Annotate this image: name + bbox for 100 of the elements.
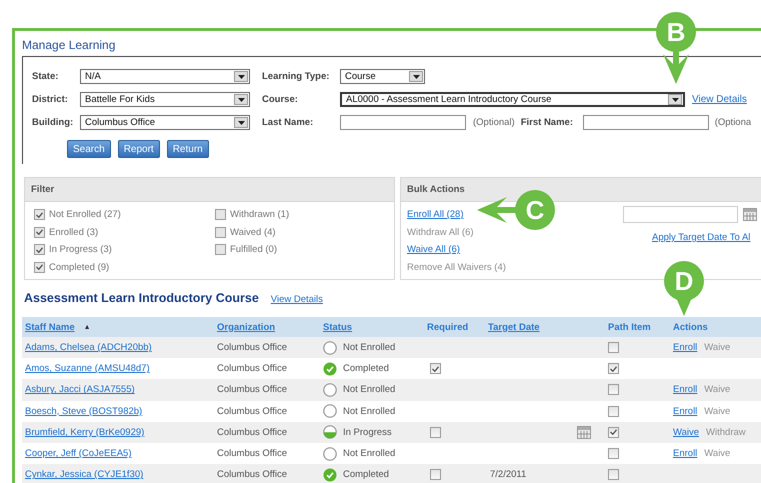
empty-circle-icon (323, 340, 337, 355)
action-button[interactable]: Report (118, 140, 160, 158)
staff-link[interactable]: Adams, Chelsea (ADCH20bb) (25, 342, 152, 354)
checkbox[interactable] (608, 342, 619, 354)
field-label: Last Name: (262, 117, 314, 128)
table-cell: Columbus Office (217, 426, 288, 438)
checkbox[interactable] (34, 262, 45, 273)
action-button[interactable]: Search (67, 140, 111, 158)
dropdown[interactable]: AL0000 - Assessment Learn Introductory Course (340, 92, 685, 107)
panel-header: Bulk Actions (401, 178, 761, 202)
checkmark-icon (610, 429, 617, 436)
checkbox[interactable] (608, 426, 619, 438)
staff-link[interactable]: Boesch, Steve (BOST982b) (25, 406, 142, 417)
column-header[interactable]: Staff Name (25, 322, 75, 332)
field-label: First Name: (520, 117, 574, 128)
checkbox[interactable] (430, 426, 441, 438)
view-details-link[interactable]: View Details (270, 294, 323, 305)
checkbox[interactable] (608, 406, 619, 417)
filter-option[interactable]: Not Enrolled (27) (49, 209, 121, 220)
optional-note: (Optional) (473, 117, 515, 128)
status-text: In Progress (343, 426, 392, 438)
optional-note: (Optiona (714, 117, 752, 128)
table-cell: Columbus Office (217, 384, 288, 396)
filter-option[interactable]: Withdrawn (1) (230, 209, 290, 220)
filter-option[interactable]: Completed (9) (49, 262, 110, 273)
empty-circle-icon (323, 382, 337, 397)
checkbox[interactable] (34, 244, 45, 256)
status-text: Not Enrolled (343, 342, 396, 354)
callout-letter: D (674, 266, 694, 296)
filter-option[interactable]: Fulfilled (0) (230, 244, 277, 256)
caret-icon (238, 74, 244, 78)
calendar-icon[interactable] (743, 208, 757, 221)
action-button[interactable]: Return (166, 140, 209, 158)
checkbox[interactable] (430, 363, 441, 374)
course-title: Assessment Learn Introductory Course (24, 291, 259, 305)
staff-link[interactable]: Brumfield, Kerry (BrKe0929) (25, 426, 144, 438)
dropdown[interactable]: N/A (80, 69, 250, 84)
checkbox[interactable] (215, 209, 226, 220)
field-label: Course: (262, 94, 299, 105)
checkbox[interactable] (608, 448, 619, 460)
status-text: Not Enrolled (343, 406, 396, 417)
bulk-action-link[interactable]: Waive All (6) (407, 241, 460, 258)
field-label: Building: (32, 117, 74, 128)
row-action-link[interactable]: Enroll (673, 342, 698, 354)
page-title: Manage Learning (22, 37, 116, 54)
dropdown[interactable]: Columbus Office (80, 115, 250, 130)
callout-letter: B (666, 17, 686, 47)
staff-link[interactable]: Asbury, Jacci (ASJA7555) (25, 384, 135, 396)
filter-option[interactable]: Waived (4) (230, 226, 276, 238)
bulk-action-link[interactable]: Enroll All (28) (407, 206, 464, 224)
view-details-link[interactable]: View Details (692, 94, 747, 105)
staff-link[interactable]: Amos, Suzanne (AMSU48d7) (25, 363, 150, 374)
status-text: Completed (343, 469, 389, 480)
checkbox[interactable] (608, 363, 619, 374)
field-label: District: (32, 94, 69, 105)
checkbox[interactable] (215, 226, 226, 238)
calendar-icon[interactable] (577, 426, 591, 439)
check-circle-icon (323, 468, 337, 482)
first-name-field[interactable] (582, 115, 709, 130)
checkbox[interactable] (215, 244, 226, 256)
staff-link[interactable]: Cynkar, Jessica (CYJE1f30) (25, 469, 144, 480)
row-action-link[interactable]: Waive (673, 426, 700, 438)
check-circle-icon (323, 362, 337, 376)
caret-icon (238, 98, 244, 102)
last-name-field[interactable] (340, 115, 466, 130)
table-cell: Columbus Office (217, 342, 288, 354)
checkbox[interactable] (34, 209, 45, 220)
empty-circle-icon (323, 446, 337, 461)
checkbox[interactable] (608, 384, 619, 396)
status-text: Not Enrolled (343, 448, 396, 460)
caret-icon (672, 98, 678, 102)
dropdown[interactable]: Course (340, 69, 425, 84)
checkbox[interactable] (430, 469, 441, 480)
filter-option[interactable]: In Progress (3) (49, 244, 112, 256)
status-text: Completed (343, 363, 389, 374)
column-header: Actions (673, 322, 708, 332)
column-header: Required (427, 322, 468, 332)
row-action-link[interactable]: Enroll (673, 448, 698, 460)
checkmark-icon (36, 264, 43, 270)
table-cell: Columbus Office (217, 448, 288, 460)
column-header[interactable]: Status (323, 322, 352, 332)
target-date-field[interactable] (623, 206, 738, 223)
table-cell: Columbus Office (217, 406, 288, 417)
dropdown[interactable]: Battelle For Kids (80, 92, 250, 107)
checkmark-icon (610, 366, 617, 372)
caret-icon (412, 74, 420, 78)
apply-date-link[interactable]: Apply Target Date To Al (652, 232, 750, 243)
checkbox[interactable] (608, 469, 619, 480)
column-header[interactable]: Target Date (488, 322, 540, 332)
field-label: Learning Type: (262, 71, 330, 82)
staff-link[interactable]: Cooper, Jeff (CoJeEEA5) (25, 448, 132, 460)
column-header[interactable]: Organization (217, 322, 276, 332)
empty-circle-icon (323, 404, 337, 418)
checkmark-icon (36, 246, 43, 253)
table-cell: 7/2/2011 (490, 469, 526, 480)
checkmark-icon (36, 212, 43, 218)
checkbox[interactable] (34, 226, 45, 238)
row-action-link[interactable]: Enroll (673, 406, 698, 417)
row-action-link[interactable]: Enroll (673, 384, 698, 396)
filter-option[interactable]: Enrolled (3) (49, 226, 98, 238)
